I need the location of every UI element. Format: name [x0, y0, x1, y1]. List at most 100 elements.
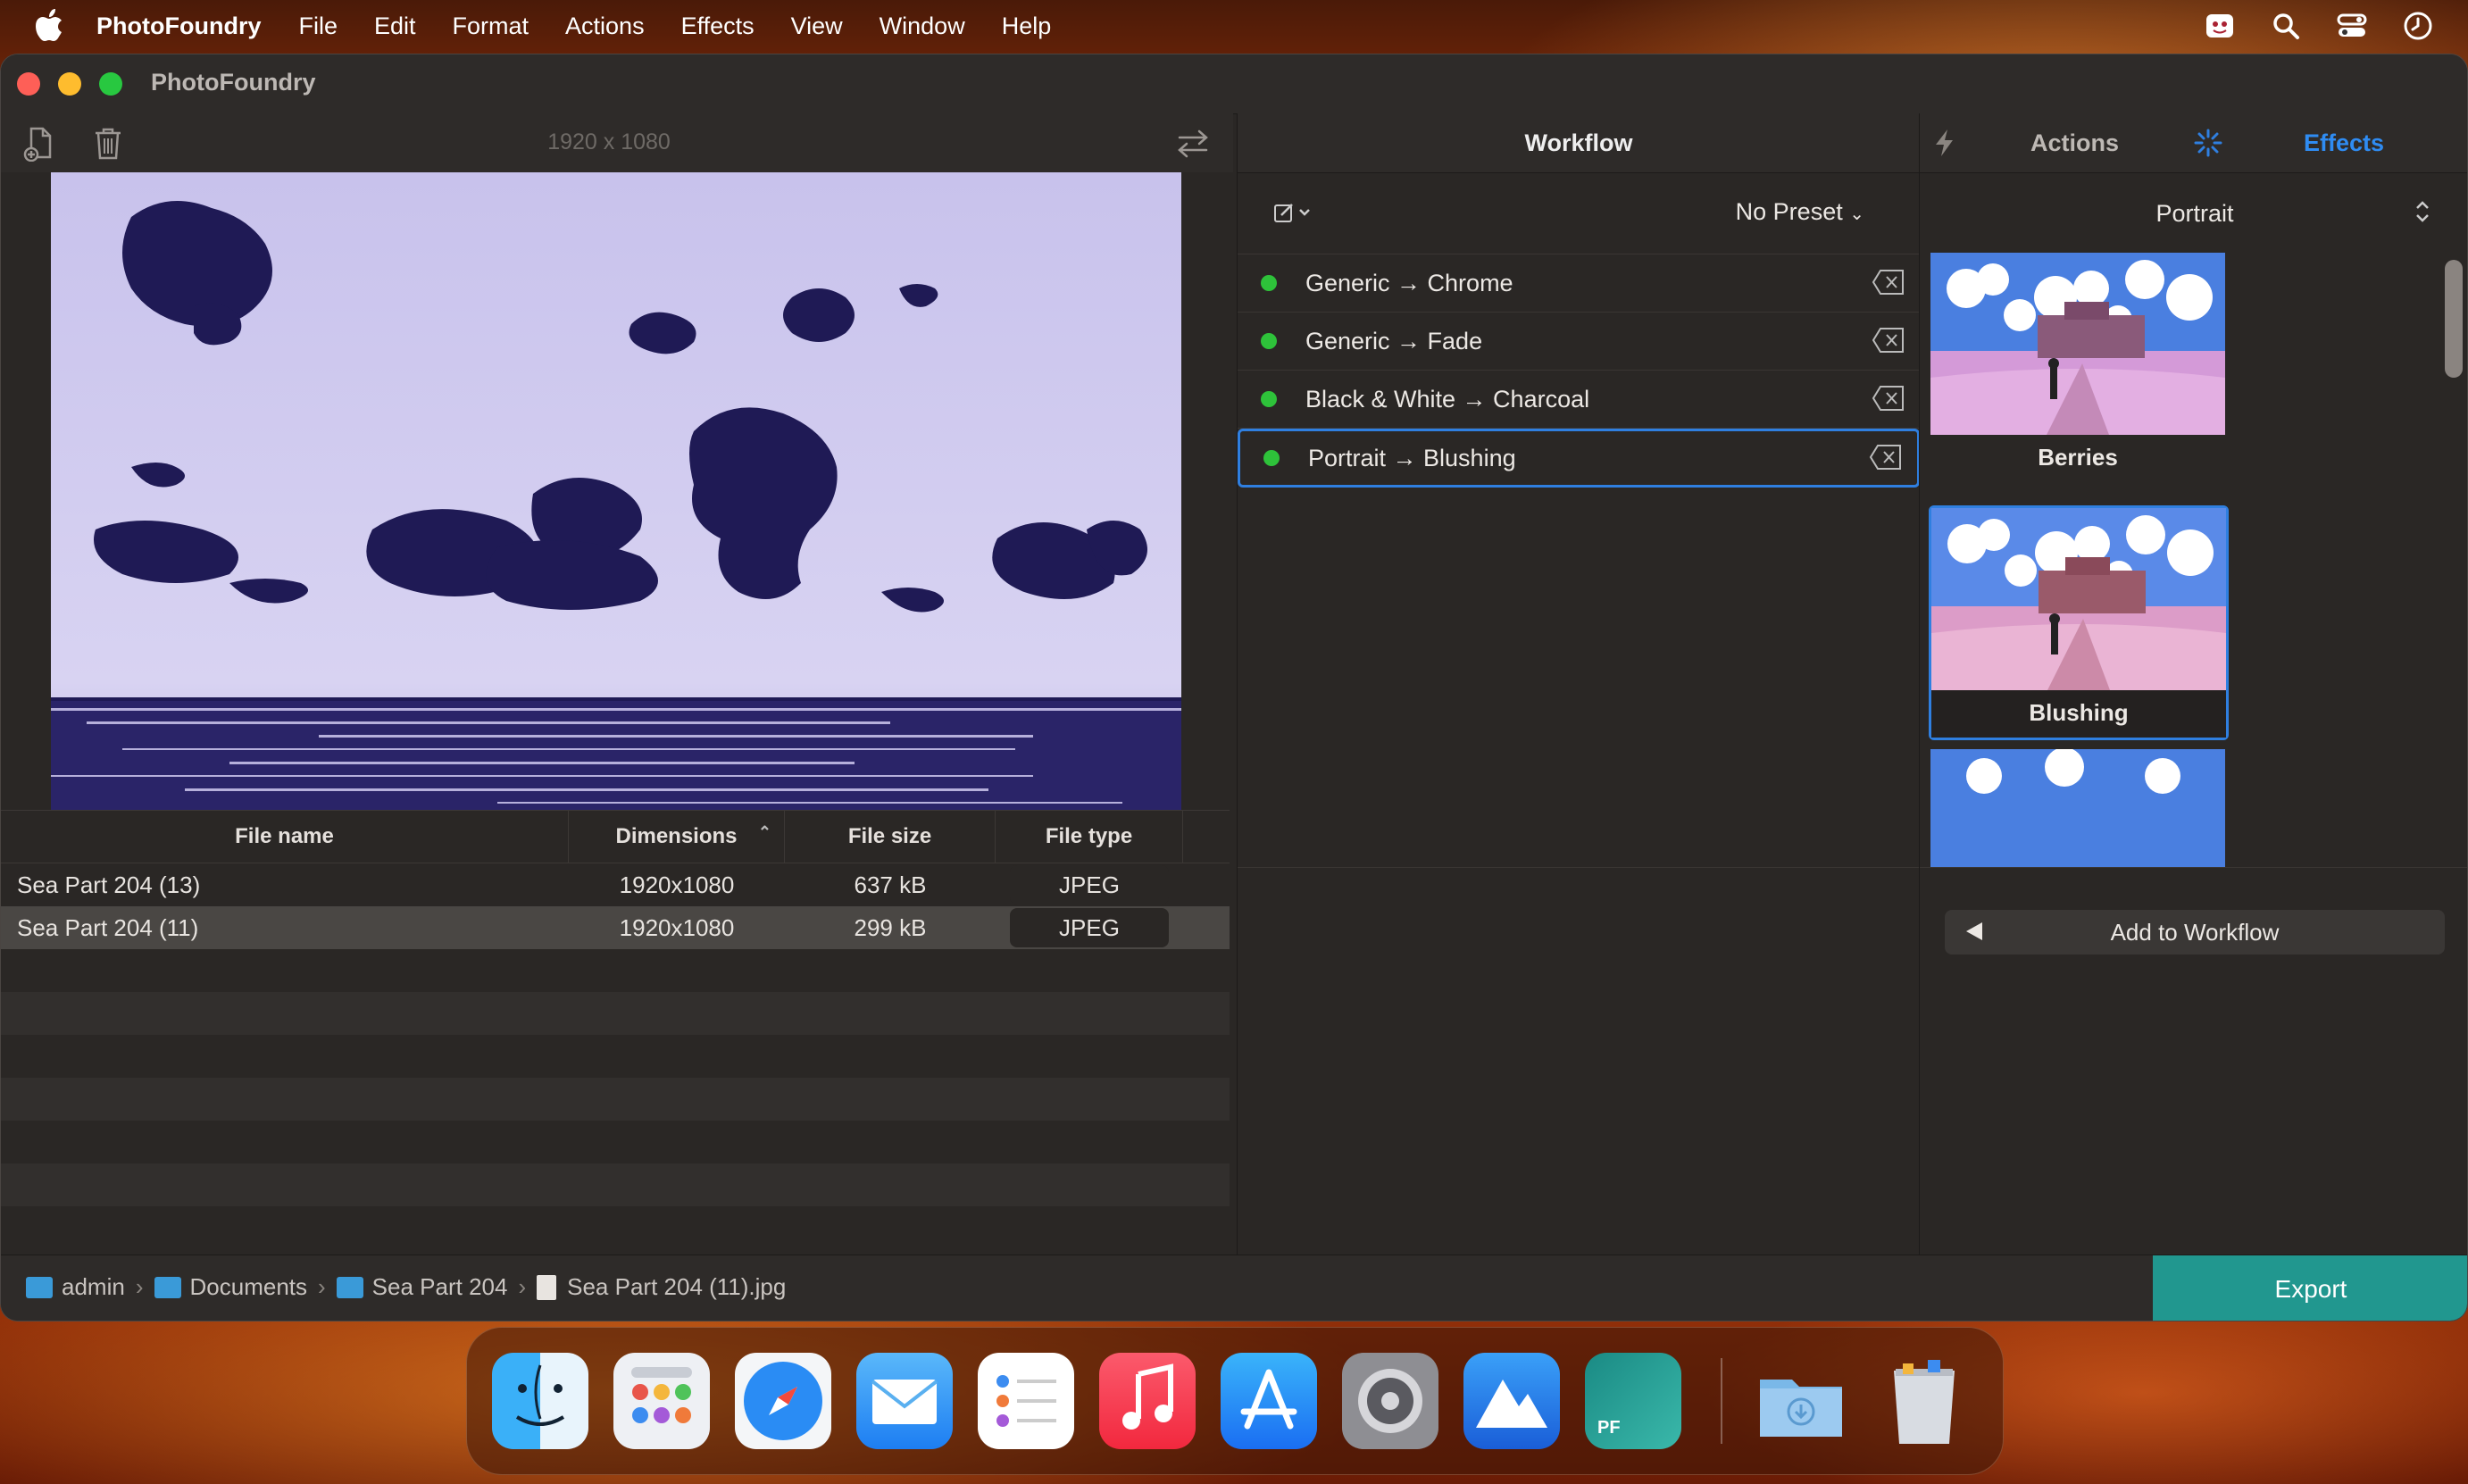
file-table: File name Dimensions ⌃ File size File ty…: [1, 810, 1230, 1249]
menu-window[interactable]: Window: [880, 13, 965, 40]
safari-icon[interactable]: [735, 1353, 831, 1449]
scrollbar-thumb[interactable]: [2445, 260, 2463, 378]
title-bar: PhotoFoundry: [1, 54, 2467, 114]
cell-file-type-label: JPEG: [1059, 871, 1120, 898]
table-row[interactable]: Sea Part 204 (13) 1920x1080 637 kB JPEG: [1, 863, 1230, 906]
effect-thumbnail[interactable]: [1930, 749, 2225, 867]
menu-format[interactable]: Format: [453, 13, 529, 40]
menu-app-name[interactable]: PhotoFoundry: [96, 13, 261, 40]
effect-label: Berries: [2038, 444, 2118, 471]
effect-thumbnail-selected[interactable]: Blushing: [1929, 505, 2229, 740]
menu-effects[interactable]: Effects: [681, 13, 755, 40]
arrow-left-icon: [1963, 919, 1986, 950]
effects-thumbnails: Berries Blushing: [1920, 253, 2441, 867]
menu-file[interactable]: File: [298, 13, 338, 40]
downloads-icon[interactable]: [1753, 1353, 1849, 1449]
menu-help[interactable]: Help: [1002, 13, 1052, 40]
workflow-item[interactable]: Generic → Chrome: [1238, 254, 1920, 313]
cell-file-name: Sea Part 204 (11): [17, 913, 199, 941]
workflow-item-selected[interactable]: Portrait → Blushing: [1238, 429, 1920, 488]
effects-sparkle-icon[interactable]: [2193, 128, 2223, 163]
effect-label: Blushing: [1931, 690, 2226, 738]
effect-thumbnail[interactable]: Berries: [1930, 253, 2225, 471]
delete-item-icon[interactable]: [1872, 385, 1905, 412]
chevron-down-icon: ⌄: [1849, 204, 1864, 224]
workflow-item-label: Generic → Chrome: [1305, 269, 1513, 296]
menu-edit[interactable]: Edit: [374, 13, 416, 40]
effect-preview-image: [1930, 253, 2225, 435]
folder-icon: [154, 1276, 181, 1298]
control-center-icon[interactable]: [2336, 10, 2368, 42]
menu-view[interactable]: View: [791, 13, 843, 40]
spotlight-search-icon[interactable]: [2270, 10, 2302, 42]
sort-ascending-icon: ⌃: [757, 823, 771, 841]
updown-chevron-icon: [2414, 198, 2430, 231]
left-pane: 1920 x 1080 File name Dimensions ⌃ File …: [1, 113, 1233, 1310]
status-dot: [1261, 275, 1277, 291]
finder-icon[interactable]: [492, 1353, 588, 1449]
menu-actions[interactable]: Actions: [565, 13, 645, 40]
trash-bin-icon[interactable]: [1876, 1353, 1972, 1449]
status-dot: [1261, 391, 1277, 407]
minimize-window-button[interactable]: [58, 72, 81, 96]
clock-icon[interactable]: [2402, 10, 2434, 42]
empty-row: [1, 992, 1230, 1035]
empty-row: [1, 1035, 1230, 1078]
photo-app-icon[interactable]: [1463, 1353, 1560, 1449]
delete-item-icon[interactable]: [1869, 444, 1903, 471]
empty-row: [1, 1163, 1230, 1206]
chevron-right-icon: ›: [518, 1273, 527, 1300]
cell-dimensions: 1920x1080: [619, 913, 735, 941]
folder-icon: [26, 1276, 53, 1298]
zoom-window-button[interactable]: [99, 72, 122, 96]
workflow-item-label: Generic → Fade: [1305, 327, 1483, 354]
app-store-icon[interactable]: [1221, 1353, 1317, 1449]
workflow-item-label: Black & White → Charcoal: [1305, 385, 1590, 413]
preview-toolbar: 1920 x 1080: [1, 113, 1233, 172]
lightning-icon[interactable]: [1932, 128, 1957, 163]
table-row[interactable]: Sea Part 204 (11) 1920x1080 299 kB JPEG: [1, 906, 1230, 949]
column-file-type[interactable]: File type: [996, 811, 1183, 863]
delete-item-icon[interactable]: [1872, 327, 1905, 354]
tab-effects[interactable]: Effects: [2304, 129, 2384, 157]
workflow-title: Workflow: [1238, 113, 1920, 173]
reminders-icon[interactable]: [978, 1353, 1074, 1449]
window-title: PhotoFoundry: [151, 69, 316, 96]
export-button[interactable]: Export: [2153, 1255, 2467, 1321]
preset-dropdown[interactable]: No Preset ⌄: [1736, 198, 1864, 226]
mail-icon[interactable]: [856, 1353, 953, 1449]
breadcrumb-item[interactable]: admin: [62, 1273, 125, 1301]
category-select[interactable]: Portrait: [1920, 173, 2467, 254]
column-dimensions[interactable]: Dimensions ⌃: [569, 811, 785, 863]
delete-item-icon[interactable]: [1872, 269, 1905, 296]
preset-label: No Preset: [1735, 198, 1843, 225]
cell-file-size: 637 kB: [854, 871, 927, 898]
breadcrumb-item[interactable]: Sea Part 204: [372, 1273, 508, 1301]
workflow-item[interactable]: Generic → Fade: [1238, 313, 1920, 371]
apple-icon[interactable]: [34, 8, 64, 44]
status-app-icon[interactable]: [2204, 10, 2236, 42]
workflow-item[interactable]: Black & White → Charcoal: [1238, 371, 1920, 429]
add-to-workflow-label: Add to Workflow: [2110, 918, 2280, 946]
breadcrumb-item[interactable]: Sea Part 204 (11).jpg: [567, 1273, 786, 1301]
tab-actions[interactable]: Actions: [2030, 129, 2119, 157]
workflow-pane: Workflow No Preset ⌄ Generic → Chrome Ge…: [1237, 113, 1920, 1310]
edit-menu-icon[interactable]: [1273, 200, 1314, 229]
table-header: File name Dimensions ⌃ File size File ty…: [1, 810, 1230, 863]
dock: PF: [466, 1327, 2004, 1475]
close-window-button[interactable]: [17, 72, 40, 96]
dock-divider: [1721, 1358, 1722, 1444]
music-icon[interactable]: [1099, 1353, 1196, 1449]
photofoundry-icon[interactable]: PF: [1585, 1353, 1681, 1449]
breadcrumb-item[interactable]: Documents: [190, 1273, 308, 1301]
system-settings-icon[interactable]: [1342, 1353, 1438, 1449]
breadcrumb: admin › Documents › Sea Part 204 › Sea P…: [26, 1273, 786, 1301]
swap-arrows-icon[interactable]: [1176, 128, 1210, 164]
column-file-name[interactable]: File name: [1, 811, 569, 863]
add-to-workflow-button[interactable]: Add to Workflow: [1945, 910, 2445, 955]
column-file-size[interactable]: File size: [785, 811, 996, 863]
image-dimensions-label: 1920 x 1080: [547, 129, 671, 154]
launchpad-icon[interactable]: [613, 1353, 710, 1449]
cell-dimensions: 1920x1080: [619, 871, 735, 898]
category-label: Portrait: [2155, 199, 2234, 227]
